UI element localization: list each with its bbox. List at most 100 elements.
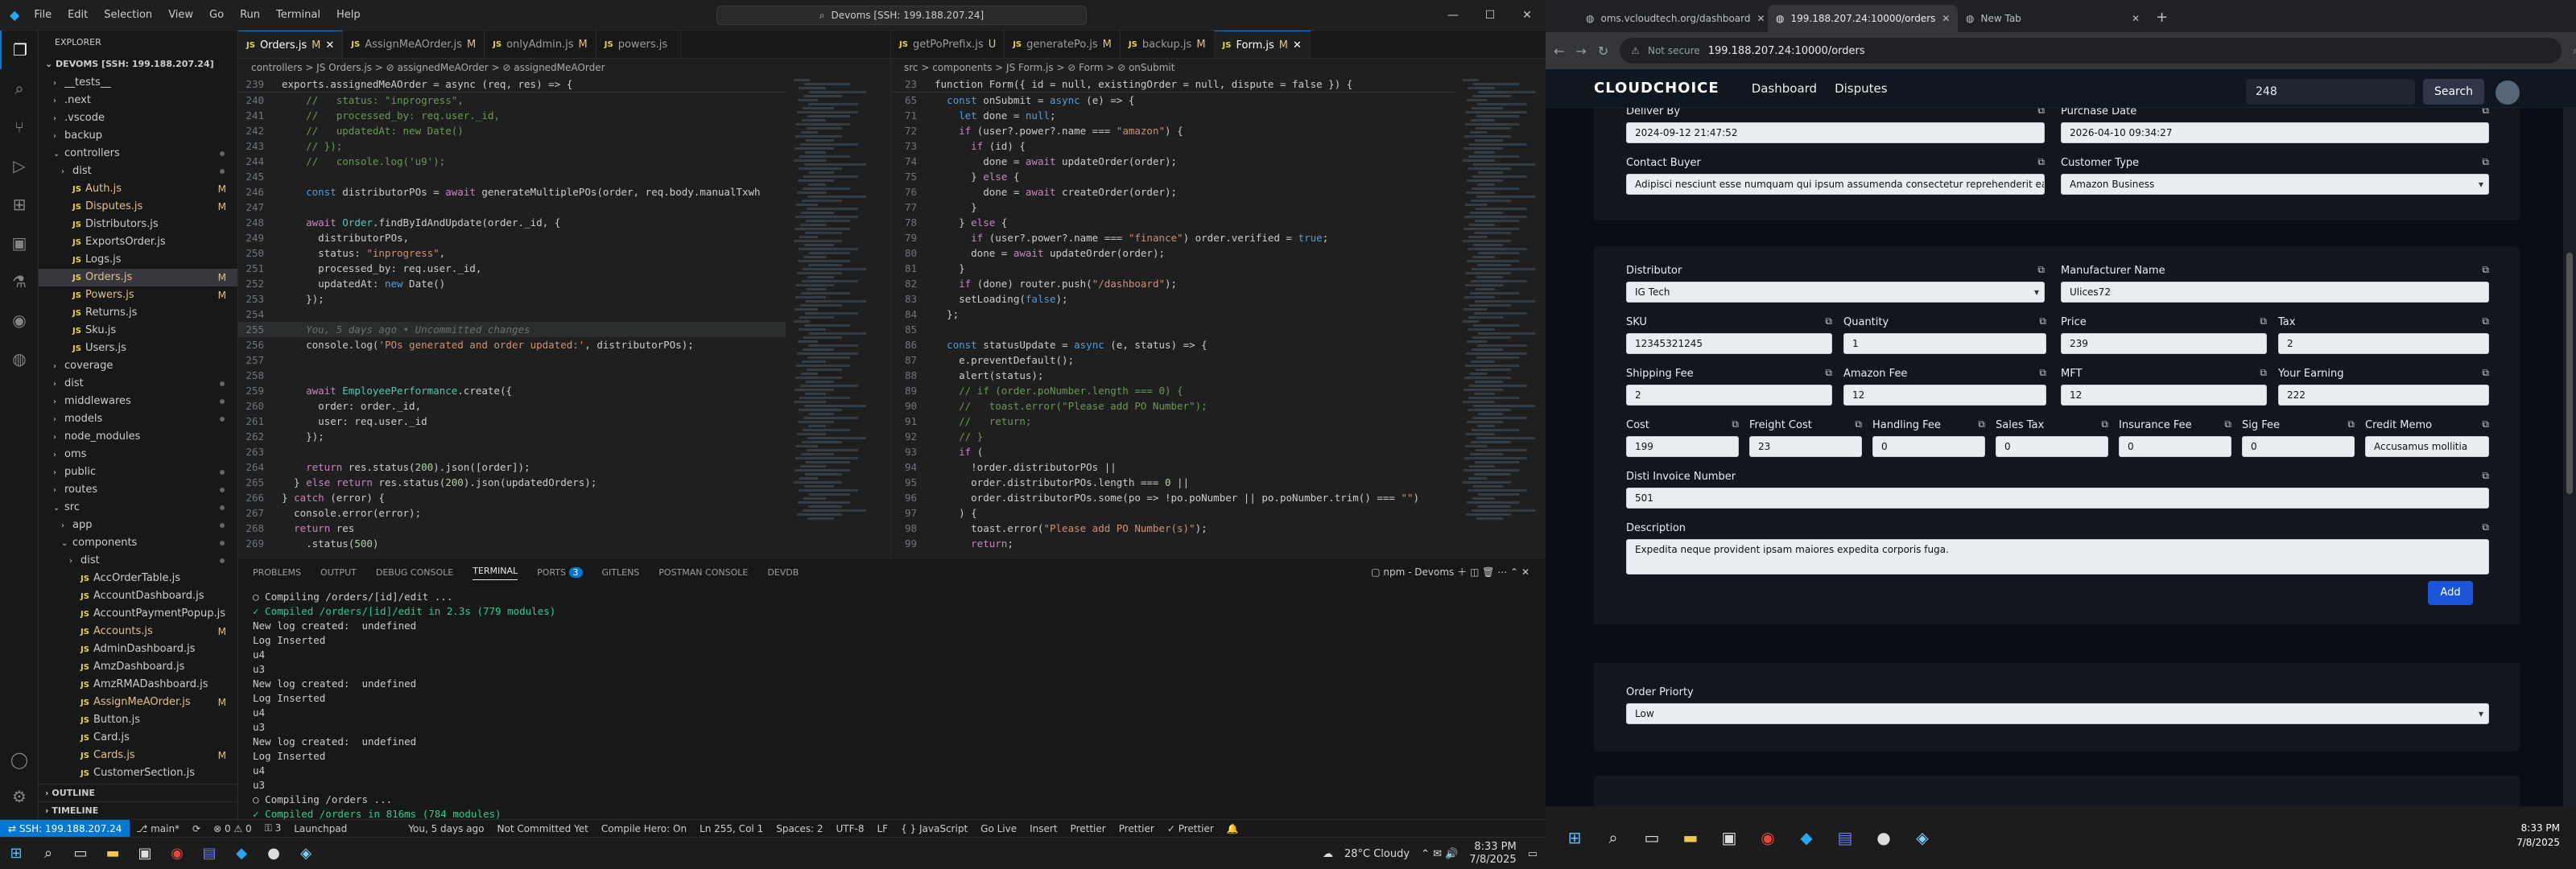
- app-logo[interactable]: CLOUDCHOICE: [1594, 80, 1719, 97]
- app-icon[interactable]: ▤: [1826, 818, 1864, 857]
- menu-item-file[interactable]: File: [27, 6, 58, 24]
- purchase-date-input[interactable]: 2026-04-10 09:34:27: [2061, 122, 2489, 143]
- copy-icon[interactable]: ⧉: [1732, 418, 1739, 430]
- panel-tab-gitlens[interactable]: GITLENS: [602, 567, 640, 578]
- task-view-icon[interactable]: ▭: [64, 839, 97, 868]
- tree-file[interactable]: JS AccOrderTable.js: [39, 570, 237, 587]
- copy-icon[interactable]: ⧉: [2224, 418, 2231, 430]
- cost-input[interactable]: 199: [1626, 436, 1739, 457]
- panel-tab-debug-console[interactable]: DEBUG CONSOLE: [376, 567, 453, 578]
- sales-tax-input[interactable]: 0: [1996, 436, 2108, 457]
- forward-icon[interactable]: →: [1575, 43, 1586, 59]
- copy-icon[interactable]: ⧉: [2347, 418, 2355, 430]
- menu-item-terminal[interactable]: Terminal: [270, 6, 327, 24]
- menu-item-go[interactable]: Go: [203, 6, 230, 24]
- weather-icon[interactable]: ☁: [1323, 848, 1333, 860]
- description-textarea[interactable]: Expedita neque provident ipsam maiores e…: [1626, 539, 2489, 575]
- copy-icon[interactable]: ⧉: [1825, 367, 1832, 379]
- copy-icon[interactable]: ⧉: [2482, 521, 2489, 533]
- browser-tab[interactable]: ◍ 199.188.207.24:10000/orders ✕: [1768, 5, 1958, 32]
- weather-label[interactable]: 28°C Cloudy: [1344, 848, 1410, 860]
- tree-folder[interactable]: › dist: [39, 552, 237, 570]
- app-icon[interactable]: ●: [258, 839, 290, 868]
- tree-file[interactable]: JS Users.js: [39, 340, 237, 357]
- insert-mode[interactable]: Insert: [1023, 823, 1063, 834]
- close-icon[interactable]: ✕: [1293, 39, 1302, 51]
- disti-invoice-input[interactable]: 501: [1626, 488, 2489, 509]
- git-branch[interactable]: ⎇ main*: [130, 823, 186, 834]
- copy-icon[interactable]: ⧉: [2037, 264, 2045, 276]
- tree-folder[interactable]: › .vscode: [39, 109, 237, 127]
- panel-tab-devdb[interactable]: DEVDB: [767, 567, 799, 578]
- shipping-fee-input[interactable]: 2: [1626, 385, 1832, 406]
- code-editor-orders[interactable]: 239 exports.assignedMeAOrder = async (req…: [238, 76, 786, 558]
- tree-file[interactable]: JS Orders.js M: [39, 269, 237, 286]
- copy-icon[interactable]: ⧉: [1978, 418, 1985, 430]
- sku-input[interactable]: 12345321245: [1626, 333, 1832, 354]
- sync-icon[interactable]: ⟳: [186, 823, 207, 834]
- vscode-icon[interactable]: ◆: [225, 839, 258, 868]
- freight-cost-input[interactable]: 23: [1749, 436, 1862, 457]
- trash-icon[interactable]: 🗑: [1482, 566, 1494, 578]
- manufacturer-input[interactable]: Ulices72: [2061, 282, 2489, 303]
- minimize-icon[interactable]: —: [1435, 0, 1472, 31]
- bell-icon[interactable]: 🔔: [1220, 823, 1245, 834]
- new-tab-icon[interactable]: +: [2156, 9, 2168, 26]
- split-icon[interactable]: ◫: [1470, 566, 1479, 578]
- store-icon[interactable]: ▣: [1710, 818, 1748, 857]
- commit-status[interactable]: Not Committed Yet: [491, 823, 595, 834]
- sig-fee-input[interactable]: 0: [2242, 436, 2355, 457]
- tree-folder[interactable]: › node_modules: [39, 428, 237, 446]
- search-icon[interactable]: ⌕: [1594, 818, 1633, 857]
- contact-buyer-input[interactable]: Adipisci nesciunt esse numquam qui ipsum…: [1626, 174, 2045, 195]
- vscode-icon[interactable]: ◆: [1787, 818, 1826, 857]
- chevron-up-icon[interactable]: ⌃: [1510, 566, 1518, 578]
- credit-memo-input[interactable]: Accusamus mollitia: [2365, 436, 2489, 457]
- scrollbar-thumb[interactable]: [2566, 253, 2573, 494]
- tree-folder[interactable]: › dist: [39, 375, 237, 393]
- plus-icon[interactable]: ＋: [1457, 566, 1467, 578]
- tree-file[interactable]: JS Logs.js: [39, 251, 237, 269]
- compile-hero-status[interactable]: Compile Hero: On: [595, 823, 693, 834]
- tree-folder[interactable]: ⌄ src: [39, 499, 237, 517]
- copy-icon[interactable]: ⧉: [2482, 367, 2489, 379]
- search-icon[interactable]: ⌕: [0, 69, 39, 108]
- editor-tab[interactable]: JS powers.js: [596, 31, 682, 58]
- close-icon[interactable]: ✕: [2132, 13, 2140, 24]
- avatar[interactable]: [2496, 80, 2520, 105]
- tree-file[interactable]: JS Auth.js M: [39, 180, 237, 198]
- timeline-section[interactable]: › TIMELINE: [39, 801, 237, 819]
- your-earning-input[interactable]: 222: [2278, 385, 2489, 406]
- editor-tab[interactable]: JS Orders.js M ✕: [238, 31, 344, 58]
- tree-file[interactable]: JS Sku.js: [39, 322, 237, 340]
- ports-status[interactable]: ⚿ 3: [258, 822, 288, 834]
- customer-type-select[interactable]: Amazon Business: [2061, 174, 2489, 195]
- app-icon[interactable]: ◈: [290, 839, 322, 868]
- blame-status[interactable]: You, 5 days ago: [402, 823, 490, 834]
- maximize-icon[interactable]: ☐: [1472, 0, 1509, 31]
- tree-file[interactable]: JS AdminDashboard.js: [39, 640, 237, 658]
- outline-section[interactable]: › OUTLINE: [39, 784, 237, 801]
- tree-file[interactable]: JS Button.js: [39, 711, 237, 729]
- clock[interactable]: 8:33 PM 7/8/2025: [2516, 821, 2560, 850]
- copy-icon[interactable]: ⧉: [2101, 418, 2108, 430]
- zoom-icon[interactable]: ⌕: [2573, 45, 2576, 57]
- tree-file[interactable]: JS CustomerSection.js: [39, 764, 237, 782]
- notifications-icon[interactable]: ▭: [1528, 848, 1538, 860]
- tax-input[interactable]: 2: [2278, 333, 2489, 354]
- file-explorer-icon[interactable]: ▬: [97, 839, 129, 868]
- editor-tab[interactable]: JS onlyAdmin.js M: [485, 31, 597, 58]
- copy-icon[interactable]: ⧉: [2482, 264, 2489, 276]
- breadcrumb[interactable]: controllers > JS Orders.js > ⊘ assignedM…: [238, 59, 890, 76]
- tree-folder[interactable]: › models: [39, 410, 237, 428]
- store-icon[interactable]: ▣: [129, 839, 161, 868]
- copy-icon[interactable]: ⧉: [2482, 470, 2489, 482]
- settings-gear-icon[interactable]: ⚙: [0, 777, 39, 816]
- tray-icons[interactable]: ⌃ ✉ 🔊: [1421, 848, 1458, 860]
- language-mode[interactable]: { } JavaScript: [894, 823, 974, 834]
- page-scrollbar[interactable]: [2563, 108, 2576, 806]
- tree-file[interactable]: JS Accounts.js M: [39, 623, 237, 640]
- tree-folder[interactable]: › dist: [39, 163, 237, 180]
- terminal-selector[interactable]: ▢ npm - Devoms ＋ ◫ 🗑 ⋯ ⌃ ✕: [1371, 565, 1530, 579]
- terminal-output[interactable]: ○ Compiling /orders/[id]/edit ... ✓ Compi…: [238, 587, 1546, 825]
